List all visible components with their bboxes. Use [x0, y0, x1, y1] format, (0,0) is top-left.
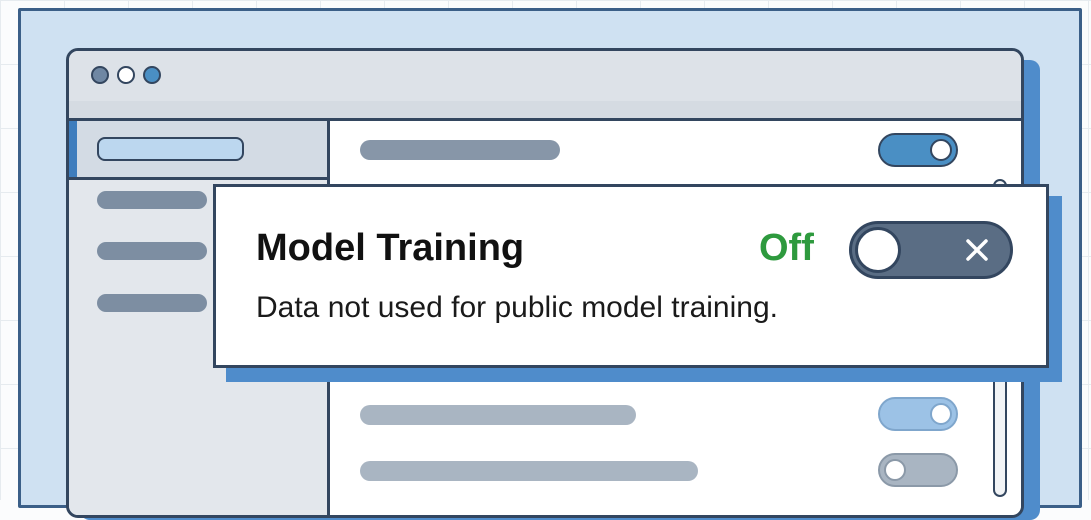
toggle-knob — [855, 227, 901, 273]
active-indicator — [69, 121, 77, 177]
sidebar-item[interactable] — [97, 191, 207, 209]
title-bar — [69, 51, 1021, 121]
sidebar-item[interactable] — [97, 294, 207, 312]
toolbar-strip — [69, 101, 1021, 121]
setting-toggle-on[interactable] — [878, 133, 958, 167]
setting-label-placeholder — [360, 405, 636, 425]
toggle-knob — [884, 459, 906, 481]
setting-label-placeholder — [360, 461, 698, 481]
sidebar-item-active[interactable] — [69, 121, 327, 180]
close-dot[interactable] — [91, 66, 109, 84]
toggle-knob — [930, 139, 952, 161]
setting-toggle-on[interactable] — [878, 397, 958, 431]
model-training-setting-card: Model Training Off Data not used for pub… — [213, 184, 1049, 368]
setting-status-label: Off — [759, 227, 814, 269]
x-icon — [966, 239, 988, 261]
maximize-dot[interactable] — [143, 66, 161, 84]
minimize-dot[interactable] — [117, 66, 135, 84]
setting-toggle-off[interactable] — [878, 453, 958, 487]
sidebar-item[interactable] — [97, 242, 207, 260]
setting-title: Model Training — [256, 227, 525, 269]
sidebar-item-placeholder — [97, 137, 244, 161]
model-training-toggle[interactable] — [849, 221, 1013, 279]
toggle-knob — [930, 403, 952, 425]
setting-label-placeholder — [360, 140, 560, 160]
setting-description: Data not used for public model training. — [256, 291, 778, 324]
